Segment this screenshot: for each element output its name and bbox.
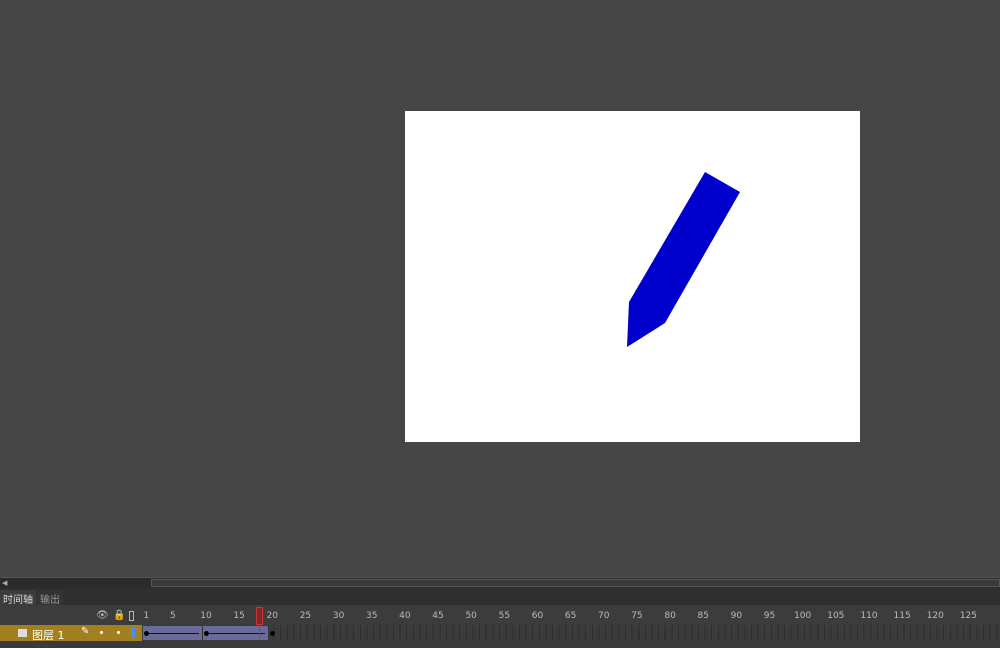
ruler-label: 120 bbox=[926, 611, 944, 621]
pencil-shape[interactable] bbox=[405, 111, 860, 442]
ruler-label: 50 bbox=[465, 611, 477, 621]
ruler-label: 100 bbox=[794, 611, 812, 621]
ruler-label: 125 bbox=[959, 611, 978, 621]
playhead[interactable] bbox=[255, 607, 263, 625]
ruler-label: 1 bbox=[143, 611, 150, 621]
tab-output[interactable]: 输出 bbox=[37, 590, 63, 606]
ruler-label: 30 bbox=[332, 611, 345, 621]
ruler-label: 70 bbox=[598, 611, 610, 621]
layer-row[interactable]: 图层 1 ✎ bbox=[0, 625, 142, 642]
ruler-label: 10 bbox=[200, 611, 212, 621]
stage[interactable] bbox=[405, 111, 860, 442]
lock-dot[interactable] bbox=[117, 631, 120, 634]
ruler-label: 75 bbox=[631, 611, 643, 621]
ruler-label: 15 bbox=[233, 611, 245, 621]
timeline-bottom bbox=[0, 641, 1000, 648]
layer-icon bbox=[18, 629, 27, 637]
lock-icon[interactable]: 🔒 bbox=[113, 610, 125, 621]
outline-icon[interactable] bbox=[129, 611, 134, 621]
tween-arrow bbox=[208, 633, 265, 634]
ruler-label: 80 bbox=[664, 611, 676, 621]
keyframe[interactable] bbox=[203, 631, 209, 636]
frame-ruler[interactable]: 1 5 10 15 20 25 30 35 40 45 50 55 60 65 70 75 80 85 90 95 10… bbox=[142, 605, 1000, 625]
eye-icon[interactable]: 👁 bbox=[96, 610, 109, 621]
ruler-label: 35 bbox=[366, 611, 378, 621]
ruler-label: 5 bbox=[169, 611, 176, 621]
ruler-label: 105 bbox=[827, 611, 845, 621]
ruler-label: 85 bbox=[697, 611, 709, 621]
ruler-label: 95 bbox=[763, 611, 776, 621]
ruler-label: 40 bbox=[399, 611, 411, 621]
scroll-thumb[interactable] bbox=[151, 579, 1000, 587]
ruler-label: 90 bbox=[730, 611, 743, 621]
tab-timeline[interactable]: 时间轴 bbox=[0, 590, 36, 606]
scroll-left-icon[interactable]: ◀ bbox=[2, 579, 7, 587]
ruler-label: 115 bbox=[893, 611, 911, 621]
frames-row[interactable] bbox=[142, 625, 1000, 641]
keyframe[interactable] bbox=[144, 631, 149, 636]
horizontal-scrollbar[interactable]: ◀ bbox=[0, 577, 1000, 588]
ruler-label: 65 bbox=[564, 611, 577, 621]
ruler-label: 60 bbox=[531, 611, 544, 621]
panel-tabs: 时间轴 输出 bbox=[0, 588, 1000, 606]
layer-color-swatch[interactable] bbox=[131, 628, 135, 638]
ruler-label: 20 bbox=[266, 611, 279, 621]
keyframe[interactable] bbox=[269, 631, 275, 636]
pencil-edit-icon: ✎ bbox=[81, 626, 90, 637]
visibility-dot[interactable] bbox=[100, 631, 103, 634]
ruler-label: 110 bbox=[860, 611, 878, 621]
ruler-label: 55 bbox=[498, 611, 511, 621]
ruler-label: 45 bbox=[432, 611, 444, 621]
tween-arrow bbox=[149, 633, 199, 634]
ruler-label: 25 bbox=[299, 611, 312, 621]
